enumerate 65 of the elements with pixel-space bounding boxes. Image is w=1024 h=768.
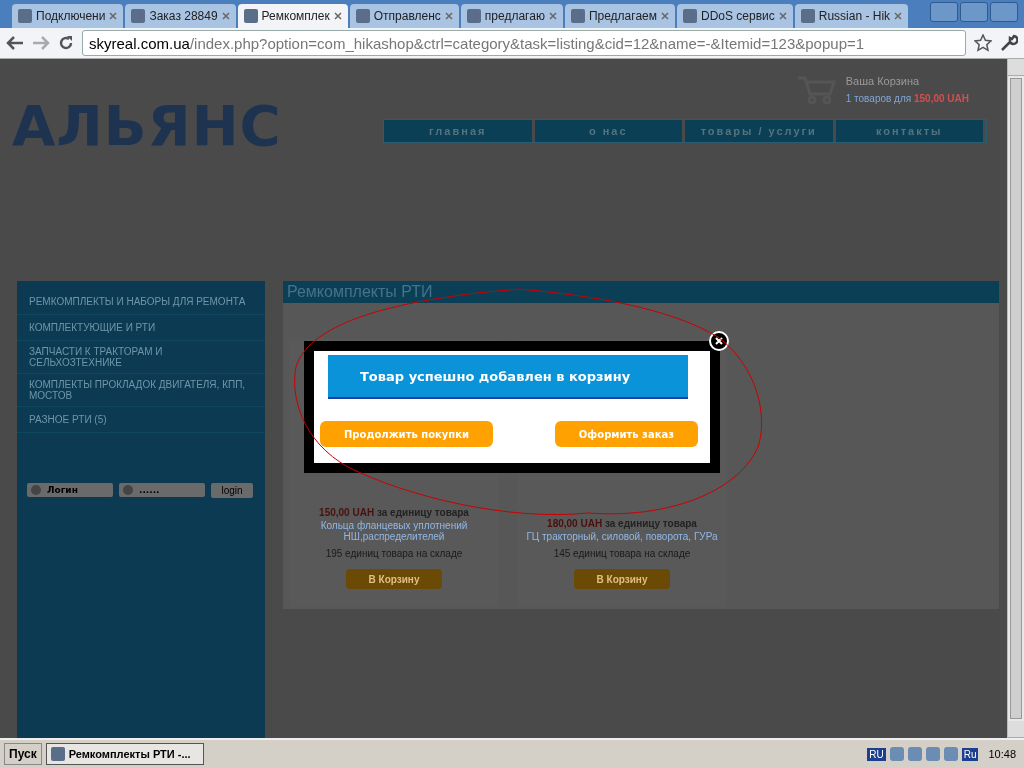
browser-tab[interactable]: Подключени xyxy=(12,4,124,28)
favicon-icon xyxy=(355,9,370,23)
back-icon[interactable] xyxy=(6,36,24,50)
browser-tab[interactable]: Russian - Hik xyxy=(794,4,909,28)
dialog-button[interactable]: Оформить заказ xyxy=(554,421,698,447)
favicon-icon xyxy=(683,9,697,23)
close-icon[interactable] xyxy=(221,12,230,20)
add-to-cart-button[interactable]: В Корзину xyxy=(346,569,442,589)
nav-link[interactable]: товары / услуги xyxy=(685,120,836,142)
reload-icon[interactable] xyxy=(58,35,74,51)
login-button[interactable]: login xyxy=(211,483,253,498)
close-icon[interactable] xyxy=(444,12,453,20)
nav-link[interactable]: о нас xyxy=(534,120,685,142)
browser-tab[interactable]: предлагаю xyxy=(460,4,563,28)
close-icon[interactable] xyxy=(548,12,557,20)
success-message: Товар успешно добавлен в корзину xyxy=(328,355,688,399)
category-link[interactable]: РАЗНОЕ РТИ (5) xyxy=(17,407,265,433)
dialog-button[interactable]: Продолжить покупки xyxy=(320,421,493,447)
add-to-cart-button[interactable]: В Корзину xyxy=(574,569,670,589)
address-field[interactable]: skyreal.com.ua/index.php?option=com_hikashop&ctrl=category&task=listing&cid=12&name=-&Itemid=123&popup=1 xyxy=(82,30,966,56)
taskbar-button[interactable]: Ремкомплекты РТИ -... xyxy=(45,743,204,765)
tray-icon[interactable] xyxy=(943,747,958,761)
browser-tab[interactable]: Ремкомплек xyxy=(237,4,348,28)
favicon-icon xyxy=(18,9,32,23)
start-button[interactable]: Пуск xyxy=(4,743,42,765)
product-name[interactable]: ГЦ тракторный, силовой, поворота, ГУРа xyxy=(526,531,718,542)
close-icon[interactable] xyxy=(894,12,903,20)
favicon-icon xyxy=(243,9,258,23)
close-icon[interactable] xyxy=(778,12,787,20)
category-link[interactable]: ЗАПЧАСТИ К ТРАКТОРАМ И СЕЛЬХОЗТЕХНИКЕ xyxy=(17,341,265,374)
cart-summary[interactable]: 1 товаров для 150,00 UAH xyxy=(845,93,969,104)
product-name[interactable]: Кольца фланцевых уплотнений НШ,распределителей xyxy=(289,520,499,542)
star-icon[interactable] xyxy=(974,34,992,52)
language-indicator[interactable]: RU xyxy=(867,747,886,761)
close-icon[interactable] xyxy=(333,12,342,20)
forward-icon[interactable] xyxy=(32,36,50,50)
password-field[interactable]: ...... xyxy=(119,483,205,497)
cart-title: Ваша Корзина xyxy=(845,75,921,87)
nav-link[interactable]: контакты xyxy=(835,120,986,142)
favicon-icon xyxy=(466,9,481,23)
scrollbar[interactable] xyxy=(1007,59,1024,738)
close-icon[interactable] xyxy=(661,12,669,20)
favicon-icon xyxy=(131,9,146,23)
tray-icon[interactable] xyxy=(907,747,922,761)
browser-tab[interactable]: DDoS сервис xyxy=(677,4,793,28)
favicon-icon xyxy=(570,9,585,23)
browser-tab[interactable]: Заказ 28849 xyxy=(125,4,236,28)
favicon-icon xyxy=(800,9,815,23)
stock-text: 145 единиц товара на складе xyxy=(553,548,691,559)
minimize-button[interactable] xyxy=(930,2,958,22)
nav-link[interactable]: главная xyxy=(384,120,535,142)
wrench-icon[interactable] xyxy=(1000,34,1018,52)
category-link[interactable]: КОМПЛЕКТЫ ПРОКЛАДОК ДВИГАТЕЛЯ, КПП, МОСТОВ xyxy=(17,374,265,407)
browser-tab[interactable]: Отправленс xyxy=(349,4,459,28)
category-link[interactable]: КОМПЛЕКТУЮЩИЕ И РТИ xyxy=(17,315,265,341)
stock-text: 195 единиц товара на складе xyxy=(325,548,463,559)
close-icon xyxy=(715,337,723,345)
browser-tab[interactable]: Предлагаем xyxy=(564,4,675,28)
maximize-button[interactable] xyxy=(960,2,988,22)
language-indicator[interactable]: Ru xyxy=(961,747,979,761)
close-icon[interactable] xyxy=(109,12,118,20)
category-link[interactable]: РЕМКОМПЛЕКТЫ И НАБОРЫ ДЛЯ РЕМОНТА xyxy=(17,289,265,315)
clock: 10:48 xyxy=(988,748,1016,760)
username-field[interactable]: Логин xyxy=(27,483,113,497)
category-title: Ремкомплекты РТИ xyxy=(283,281,999,303)
